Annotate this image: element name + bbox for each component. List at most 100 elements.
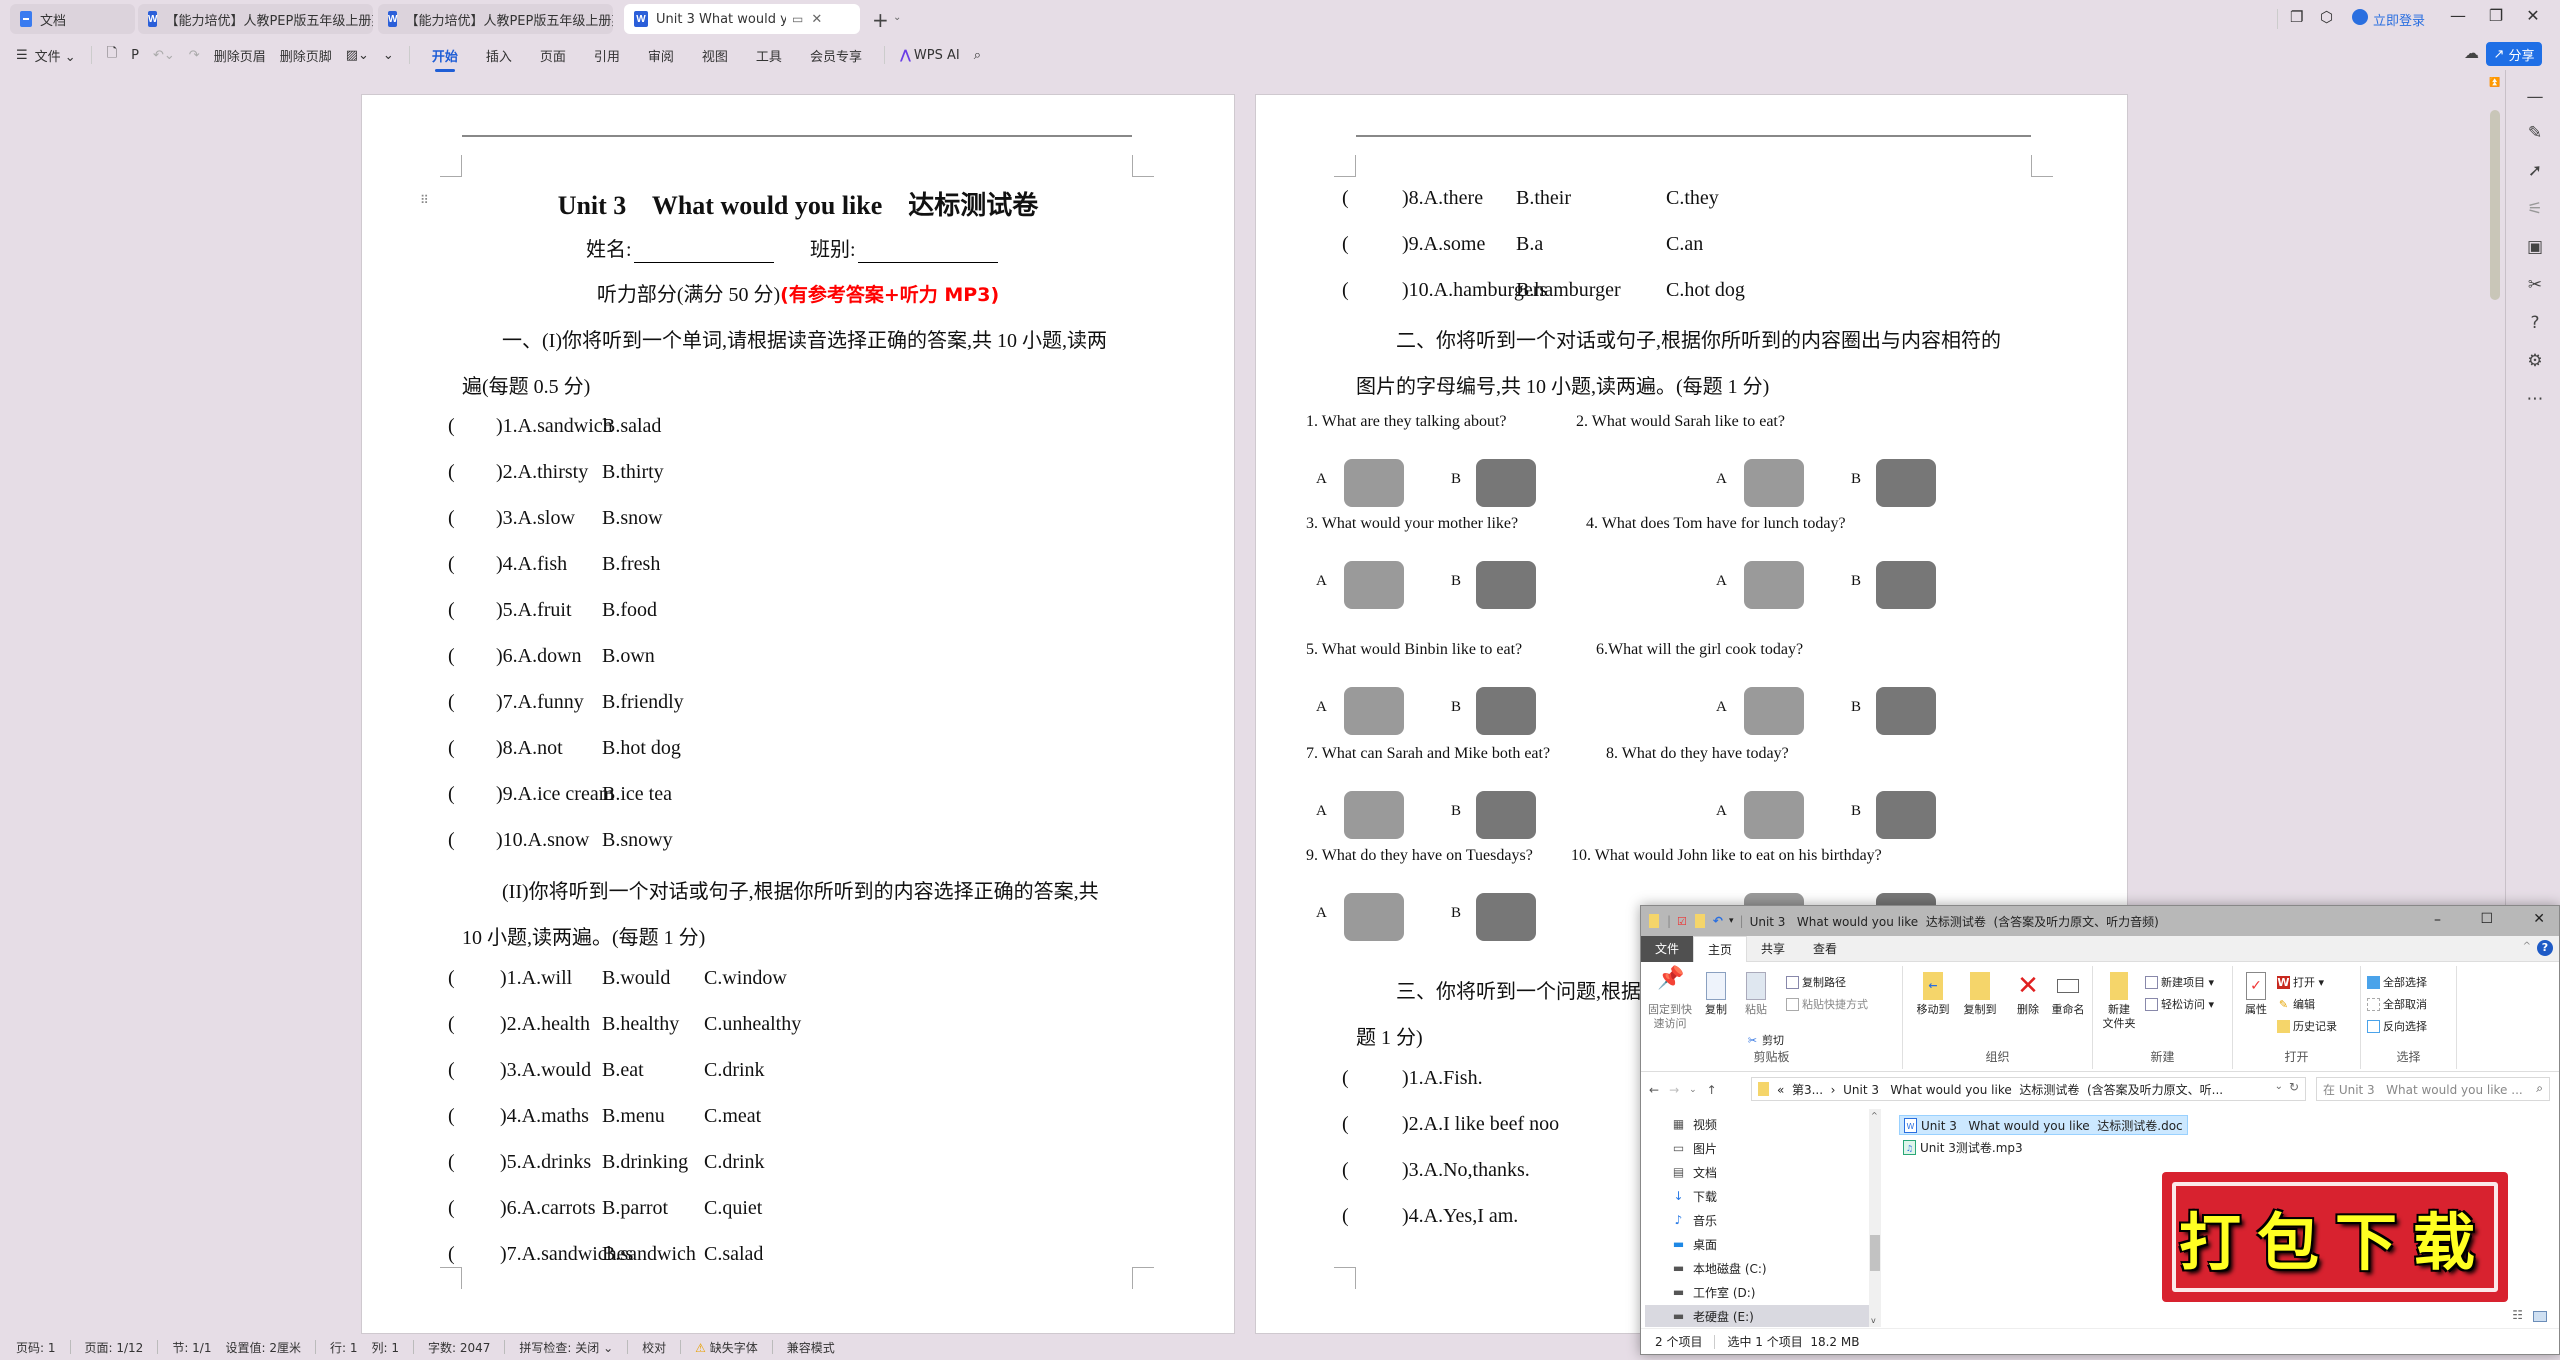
border-icon[interactable]: ▨⌄ <box>346 48 369 63</box>
picture-option-b[interactable] <box>1876 561 1936 609</box>
new-folder-button[interactable]: 新建 文件夹 <box>2099 972 2139 1031</box>
tools-icon[interactable]: ✂ <box>2524 274 2546 296</box>
answer-paren[interactable]: ( <box>448 1243 455 1266</box>
tab-tools[interactable]: 工具 <box>756 46 782 65</box>
answer-paren[interactable]: ( <box>1342 187 1349 210</box>
spell-check-toggle[interactable]: 拼写检查: 关闭 ⌄ <box>519 1339 613 1356</box>
tab-review[interactable]: 审阅 <box>648 46 674 65</box>
proofread-button[interactable]: 校对 <box>642 1339 666 1356</box>
answer-paren[interactable]: ( <box>448 1059 455 1082</box>
file-item[interactable]: ♫ Unit 3测试卷.mp3 <box>1899 1137 2027 1157</box>
restore-icon[interactable]: ❐ <box>2481 6 2511 25</box>
answer-paren[interactable]: ( <box>448 415 455 438</box>
pin-quick-access-button[interactable]: 📌 固定到快 速访问 <box>1645 968 1695 1031</box>
explorer-minimize-icon[interactable]: – <box>2434 912 2441 928</box>
nav-item[interactable]: ▤ 文档 <box>1671 1161 1717 1183</box>
picture-option-a[interactable] <box>1344 687 1404 735</box>
picture-option-a[interactable] <box>1744 459 1804 507</box>
paste-shortcut-button[interactable]: 粘贴快捷方式 <box>1786 996 1868 1012</box>
picture-option-b[interactable] <box>1476 791 1536 839</box>
tab-document-3[interactable]: W 【能力培优】人教PEP版五年级上册英 <box>378 4 613 34</box>
answer-paren[interactable]: ( <box>448 1105 455 1128</box>
name-blank[interactable] <box>633 239 774 263</box>
picture-option-a[interactable] <box>1744 687 1804 735</box>
tab-unit3-active[interactable]: W Unit 3 What would you like ▭ ✕ <box>624 4 860 34</box>
picture-option-a[interactable] <box>1344 791 1404 839</box>
close-window-icon[interactable]: ✕ <box>2518 6 2548 25</box>
select-none-button[interactable]: 全部取消 <box>2367 996 2427 1012</box>
picture-option-b[interactable] <box>1476 687 1536 735</box>
answer-paren[interactable]: ( <box>448 691 455 714</box>
properties-quick-icon[interactable]: ☑ <box>1677 915 1687 928</box>
more-chevron-icon[interactable]: ⌄ <box>383 48 394 63</box>
cut-button[interactable]: ✂ 剪切 <box>1746 1032 1784 1048</box>
invert-selection-button[interactable]: 反向选择 <box>2367 1018 2427 1034</box>
scroll-top-icon[interactable]: ⏫ <box>2489 78 2500 88</box>
up-arrow-icon[interactable]: ↑ <box>1707 1083 1717 1097</box>
undo-quick-icon[interactable]: ↶ <box>1713 914 1723 928</box>
cloud-upload-icon[interactable]: ☁ <box>2464 44 2479 62</box>
move-to-button[interactable]: ← 移动到 <box>1911 972 1955 1017</box>
class-blank[interactable] <box>857 239 998 263</box>
delete-footer-button[interactable]: 删除页脚 <box>280 46 332 65</box>
format-painter-icon[interactable]: P <box>131 48 139 63</box>
select-cursor-icon[interactable]: ➚ <box>2524 160 2546 182</box>
nav-item[interactable]: ↓ 下载 <box>1671 1185 1717 1207</box>
search-icon[interactable]: ⌕ <box>974 48 981 63</box>
window-mode-icon[interactable]: ❐ <box>2290 8 2303 26</box>
redo-icon[interactable]: ↷ <box>189 48 200 63</box>
copy-button[interactable]: 复制 <box>1699 972 1733 1017</box>
answer-paren[interactable]: ( <box>1342 1205 1349 1228</box>
collapse-icon[interactable]: — <box>2524 86 2546 108</box>
nav-item[interactable]: ♪ 音乐 <box>1671 1209 1717 1231</box>
forward-arrow-icon[interactable]: → <box>1669 1083 1679 1097</box>
customize-chevron-icon[interactable]: ▾ <box>1729 916 1734 926</box>
picture-option-a[interactable] <box>1344 561 1404 609</box>
undo-icon[interactable]: ↶⌄ <box>153 48 175 63</box>
answer-paren[interactable]: ( <box>1342 233 1349 256</box>
answer-paren[interactable]: ( <box>1342 1159 1349 1182</box>
tab-member[interactable]: 会员专享 <box>810 46 862 65</box>
help-icon[interactable]: ? <box>2537 940 2553 956</box>
login-link[interactable]: 立即登录 <box>2373 10 2425 29</box>
answer-paren[interactable]: ( <box>1342 279 1349 302</box>
picture-option-b[interactable] <box>1476 561 1536 609</box>
picture-option-b[interactable] <box>1476 893 1536 941</box>
ribbon-tab-view[interactable]: 查看 <box>1799 936 1851 962</box>
details-view-icon[interactable]: ☷ <box>2512 1308 2523 1322</box>
picture-option-a[interactable] <box>1744 791 1804 839</box>
history-button[interactable]: 历史记录 <box>2277 1018 2337 1034</box>
wps-ai-button[interactable]: WPS AI <box>914 48 960 63</box>
minimize-icon[interactable]: — <box>2443 6 2473 25</box>
ribbon-tab-file[interactable]: 文件 <box>1641 935 1694 962</box>
answer-paren[interactable]: ( <box>448 783 455 806</box>
nav-item[interactable]: ▬ 桌面 <box>1671 1233 1717 1255</box>
address-dropdown-icon[interactable]: ⌄ <box>2275 1081 2283 1092</box>
missing-font-button[interactable]: ⚠ 缺失字体 <box>695 1339 758 1356</box>
more-icon[interactable]: ⋯ <box>2524 388 2546 410</box>
answer-paren[interactable]: ( <box>448 507 455 530</box>
picture-option-b[interactable] <box>1876 791 1936 839</box>
ribbon-tab-home[interactable]: 主页 <box>1693 935 1748 962</box>
new-folder-quick-icon[interactable] <box>1694 914 1705 928</box>
copy-to-button[interactable]: 复制到 <box>1958 972 2002 1017</box>
answer-paren[interactable]: ( <box>448 737 455 760</box>
skin-icon[interactable]: ⚙ <box>2524 350 2546 372</box>
status-page-number[interactable]: 页码: 1 <box>16 1339 56 1356</box>
user-avatar-icon[interactable] <box>2352 9 2368 25</box>
nav-item[interactable]: ▬ 本地磁盘 (C:) <box>1671 1257 1767 1279</box>
select-all-button[interactable]: 全部选择 <box>2367 974 2427 990</box>
answer-paren[interactable]: ( <box>448 967 455 990</box>
answer-paren[interactable]: ( <box>1342 1067 1349 1090</box>
file-item[interactable]: W Unit 3 What would you like 达标测试卷.doc <box>1899 1115 2188 1135</box>
share-button[interactable]: ↗ 分享 <box>2486 42 2542 66</box>
theme-icon[interactable]: ▣ <box>2524 236 2546 258</box>
nav-item[interactable]: ▬ 老硬盘 (E:) <box>1645 1305 1869 1327</box>
save-icon[interactable]: 🗋 <box>107 44 117 66</box>
nav-pane-scrollbar[interactable]: ^ v <box>1869 1109 1881 1327</box>
explorer-maximize-icon[interactable]: ☐ <box>2480 911 2493 927</box>
pen-icon[interactable]: ✎ <box>2524 122 2546 144</box>
help-icon[interactable]: ? <box>2524 312 2546 334</box>
menu-icon[interactable]: ☰ <box>16 48 28 63</box>
answer-paren[interactable]: ( <box>448 461 455 484</box>
